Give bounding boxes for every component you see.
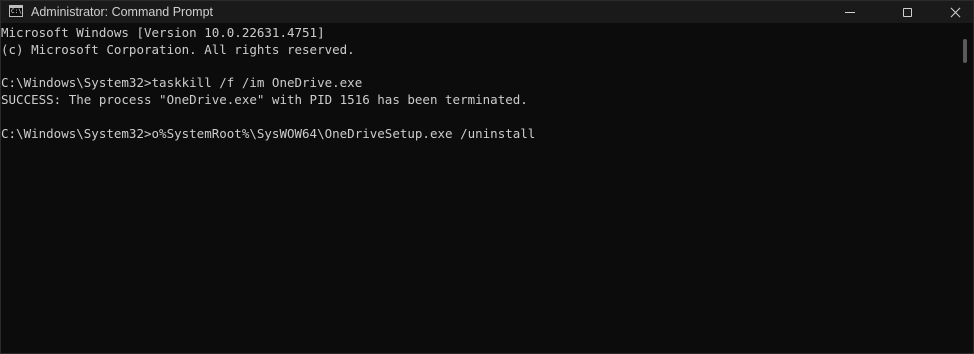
minimize-button[interactable]: [825, 1, 875, 23]
maximize-button[interactable]: [882, 1, 932, 23]
command-input-line[interactable]: C:\Windows\System32>o%SystemRoot%\SysWOW…: [1, 126, 959, 143]
maximize-icon: [902, 7, 912, 17]
window-title: Administrator: Command Prompt: [31, 5, 214, 19]
title-bar[interactable]: C:\ Administrator: Command Prompt: [1, 1, 973, 23]
console-line: SUCCESS: The process "OneDrive.exe" with…: [1, 92, 528, 108]
vertical-scrollbar[interactable]: [961, 39, 969, 63]
command-prompt-window: C:\ Administrator: Command Prompt Micros…: [0, 0, 974, 354]
close-button[interactable]: [935, 1, 973, 23]
console-output[interactable]: Microsoft Windows [Version 10.0.22631.47…: [1, 25, 959, 353]
console-line: C:\Windows\System32>taskkill /f /im OneD…: [1, 75, 363, 91]
console-line: Microsoft Windows [Version 10.0.22631.47…: [1, 25, 325, 40]
console-line: (c) Microsoft Corporation. All rights re…: [1, 41, 355, 57]
cmd-icon-glyph: C:\: [11, 8, 22, 15]
minimize-icon: [845, 11, 855, 13]
cmd-icon[interactable]: C:\: [9, 5, 23, 17]
close-icon: [950, 7, 961, 18]
scrollbar-thumb[interactable]: [963, 39, 967, 63]
